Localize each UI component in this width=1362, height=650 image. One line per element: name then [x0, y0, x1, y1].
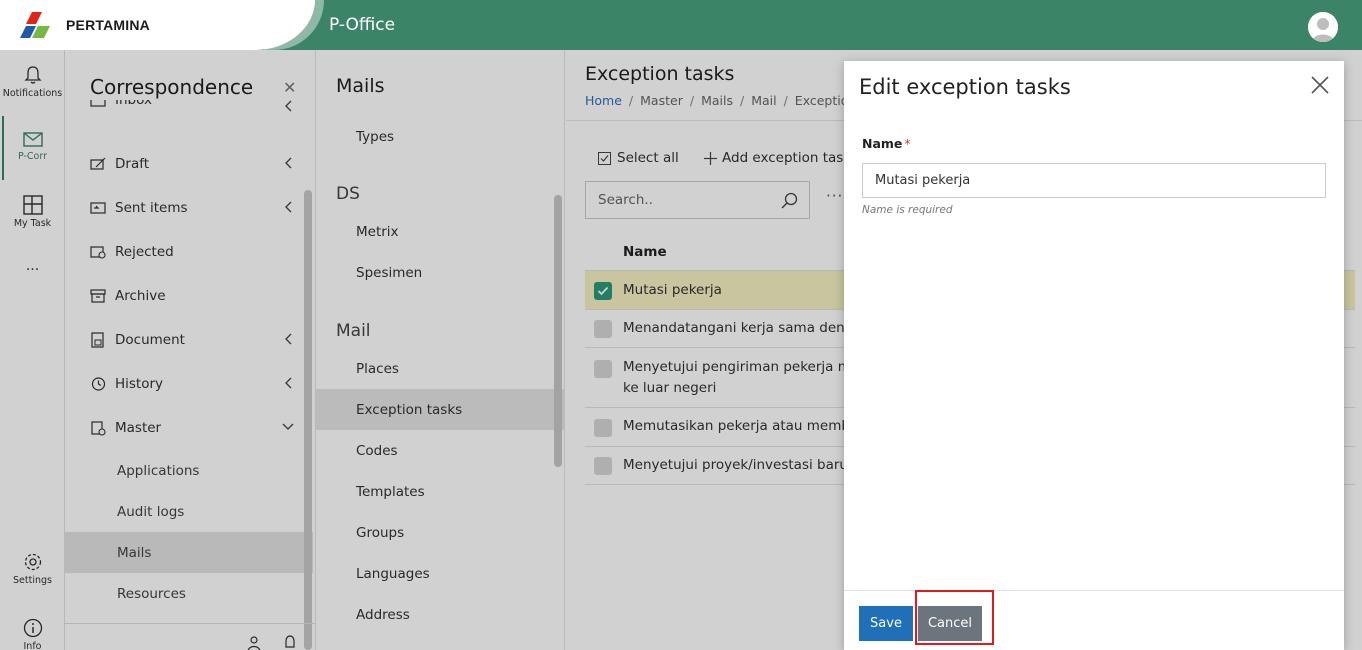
pertamina-logo[interactable]: PERTAMINA — [20, 10, 150, 40]
user-avatar[interactable] — [1308, 12, 1338, 42]
name-input[interactable] — [862, 163, 1326, 198]
close-icon[interactable] — [1310, 75, 1330, 95]
dialog-title: Edit exception tasks — [859, 75, 1071, 99]
required-marker: * — [904, 136, 911, 151]
user-icon — [1308, 12, 1338, 42]
name-field-hint: Name is required — [862, 204, 953, 216]
save-button[interactable]: Save — [859, 606, 913, 641]
name-field-label: Name * — [862, 136, 911, 151]
logo-area: PERTAMINA — [0, 0, 315, 50]
app-title: P-Office — [329, 15, 396, 35]
name-label-text: Name — [862, 136, 903, 151]
pertamina-logo-icon — [20, 12, 50, 38]
edit-exception-tasks-dialog: Edit exception tasks Name* Name is requi… — [844, 61, 1344, 650]
cancel-highlight-annotation — [915, 590, 994, 645]
brand-name: PERTAMINA — [66, 17, 150, 33]
